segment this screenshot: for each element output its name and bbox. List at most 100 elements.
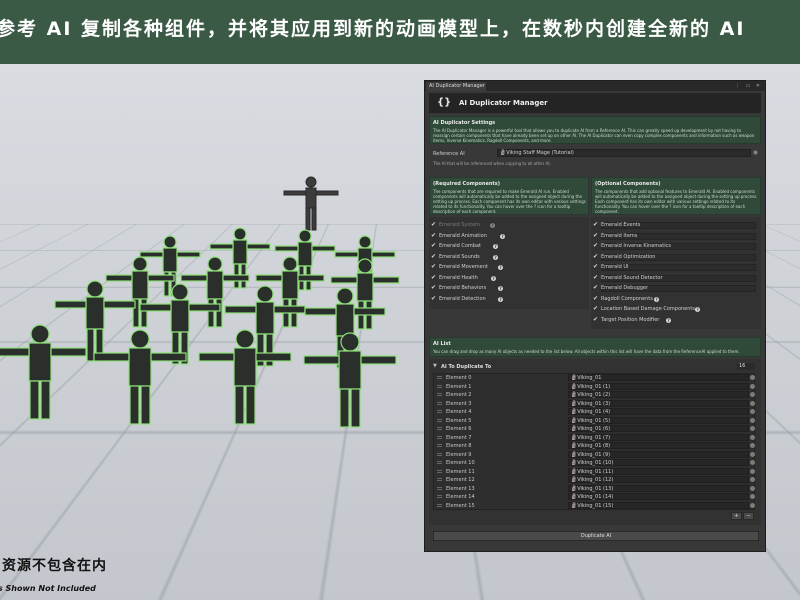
foldout-arrow-icon[interactable]: ▼ [433, 363, 437, 369]
element-object-field[interactable]: 🗿Viking_01 [568, 374, 749, 381]
object-picker-icon[interactable] [750, 469, 755, 474]
drag-handle-icon[interactable] [437, 419, 442, 422]
help-icon[interactable]: ? [498, 286, 503, 291]
help-icon[interactable]: ? [695, 307, 700, 312]
drag-handle-icon[interactable] [437, 427, 442, 430]
optional-item-emerald-debugger[interactable]: ✔ Emerald Debugger [593, 284, 753, 293]
element-object-field[interactable]: 🗿Viking_01 (13) [568, 485, 749, 492]
drag-handle-icon[interactable] [437, 453, 442, 456]
element-object-field[interactable]: 🗿Viking_01 (4) [568, 408, 749, 415]
ai-list-header[interactable]: ▼ AI To Duplicate To 16 [433, 363, 755, 371]
checkbox-checked-icon[interactable]: ✔ [431, 222, 437, 228]
optional-item-emerald-items[interactable]: ✔ Emerald Items [593, 232, 753, 241]
object-picker-icon[interactable] [750, 486, 755, 491]
checkbox-checked-icon[interactable]: ✔ [593, 222, 599, 228]
element-object-field[interactable]: 🗿Viking_01 (12) [568, 476, 749, 483]
element-object-field[interactable]: 🗿Viking_01 (7) [568, 434, 749, 441]
checkbox-checked-icon[interactable]: ✔ [593, 275, 599, 281]
ai-list-count-field[interactable]: 16 [737, 363, 755, 370]
checkbox-checked-icon[interactable]: ✔ [431, 285, 437, 291]
required-item-emerald-system[interactable]: ✔ Emerald System ? [431, 221, 591, 230]
checkbox-checked-icon[interactable]: ✔ [431, 233, 437, 239]
object-picker-icon[interactable] [750, 494, 755, 499]
drag-handle-icon[interactable] [437, 444, 442, 447]
element-object-field[interactable]: 🗿Viking_01 (14) [568, 493, 749, 500]
list-item[interactable]: Element 12 🗿Viking_01 (12) [434, 476, 756, 485]
element-object-field[interactable]: 🗿Viking_01 (9) [568, 451, 749, 458]
object-picker-icon[interactable] [750, 460, 755, 465]
element-object-field[interactable]: 🗿Viking_01 (11) [568, 468, 749, 475]
list-item[interactable]: Element 6 🗿Viking_01 (6) [434, 425, 756, 434]
object-picker-icon[interactable] [750, 503, 755, 508]
reference-ai-picker-icon[interactable] [753, 150, 758, 155]
help-icon[interactable]: ? [491, 276, 496, 281]
help-icon[interactable]: ? [493, 255, 498, 260]
element-object-field[interactable]: 🗿Viking_01 (10) [568, 459, 749, 466]
drag-handle-icon[interactable] [437, 470, 442, 473]
checkbox-checked-icon[interactable]: ✔ [593, 317, 599, 323]
required-item-emerald-health[interactable]: ✔ Emerald Health ? [431, 274, 591, 283]
element-object-field[interactable]: 🗿Viking_01 (8) [568, 442, 749, 449]
required-item-emerald-sounds[interactable]: ✔ Emerald Sounds ? [431, 253, 591, 262]
checkbox-checked-icon[interactable]: ✔ [431, 275, 437, 281]
list-item[interactable]: Element 4 🗿Viking_01 (4) [434, 408, 756, 417]
list-item[interactable]: Element 2 🗿Viking_01 (2) [434, 391, 756, 400]
element-object-field[interactable]: 🗿Viking_01 (6) [568, 425, 749, 432]
optional-item-emerald-ui[interactable]: ✔ Emerald UI [593, 263, 753, 272]
optional-item-target-position-modifier[interactable]: ✔ Target Position Modifier ? [593, 316, 753, 325]
list-item[interactable]: Element 14 🗿Viking_01 (14) [434, 493, 756, 502]
drag-handle-icon[interactable] [437, 376, 442, 379]
object-picker-icon[interactable] [750, 477, 755, 482]
checkbox-checked-icon[interactable]: ✔ [593, 306, 599, 312]
help-icon[interactable]: ? [493, 244, 498, 249]
element-object-field[interactable]: 🗿Viking_01 (5) [568, 417, 749, 424]
reference-ai-field[interactable]: 🗿Viking Staff Mage (Tutorial) [497, 149, 751, 157]
element-object-field[interactable]: 🗿Viking_01 (2) [568, 391, 749, 398]
help-icon[interactable]: ? [490, 223, 495, 228]
drag-handle-icon[interactable] [437, 402, 442, 405]
list-item[interactable]: Element 13 🗿Viking_01 (13) [434, 485, 756, 494]
list-item[interactable]: Element 9 🗿Viking_01 (9) [434, 451, 756, 460]
element-object-field[interactable]: 🗿Viking_01 (3) [568, 400, 749, 407]
remove-element-button[interactable]: − [743, 512, 754, 520]
help-icon[interactable]: ? [498, 265, 503, 270]
list-item[interactable]: Element 10 🗿Viking_01 (10) [434, 459, 756, 468]
list-item[interactable]: Element 8 🗿Viking_01 (8) [434, 442, 756, 451]
duplicate-ai-button[interactable]: Duplicate AI [433, 531, 759, 541]
checkbox-checked-icon[interactable]: ✔ [593, 264, 599, 270]
object-picker-icon[interactable] [750, 418, 755, 423]
drag-handle-icon[interactable] [437, 487, 442, 490]
optional-item-location-based-damage[interactable]: ✔ Location Based Damage Components ? [593, 305, 753, 314]
drag-handle-icon[interactable] [437, 478, 442, 481]
list-item[interactable]: Element 11 🗿Viking_01 (11) [434, 468, 756, 477]
checkbox-checked-icon[interactable]: ✔ [593, 285, 599, 291]
object-picker-icon[interactable] [750, 392, 755, 397]
optional-item-emerald-optimization[interactable]: ✔ Emerald Optimization [593, 253, 753, 262]
optional-item-emerald-events[interactable]: ✔ Emerald Events [593, 221, 753, 230]
list-item[interactable]: Element 3 🗿Viking_01 (3) [434, 400, 756, 409]
object-picker-icon[interactable] [750, 384, 755, 389]
element-object-field[interactable]: 🗿Viking_01 (15) [568, 502, 749, 509]
checkbox-checked-icon[interactable]: ✔ [431, 264, 437, 270]
help-icon[interactable]: ? [500, 234, 505, 239]
checkbox-checked-icon[interactable]: ✔ [593, 254, 599, 260]
required-item-emerald-animation[interactable]: ✔ Emerald Animation ? [431, 232, 591, 241]
add-element-button[interactable]: + [731, 512, 742, 520]
drag-handle-icon[interactable] [437, 385, 442, 388]
list-item[interactable]: Element 7 🗿Viking_01 (7) [434, 434, 756, 443]
optional-item-emerald-sound-detector[interactable]: ✔ Emerald Sound Detector [593, 274, 753, 283]
object-picker-icon[interactable] [750, 452, 755, 457]
element-object-field[interactable]: 🗿Viking_01 (1) [568, 383, 749, 390]
drag-handle-icon[interactable] [437, 436, 442, 439]
object-picker-icon[interactable] [750, 426, 755, 431]
object-picker-icon[interactable] [750, 443, 755, 448]
required-item-emerald-combat[interactable]: ✔ Emerald Combat ? [431, 242, 591, 251]
object-picker-icon[interactable] [750, 401, 755, 406]
checkbox-checked-icon[interactable]: ✔ [593, 233, 599, 239]
list-item[interactable]: Element 15 🗿Viking_01 (15) [434, 502, 756, 511]
optional-item-emerald-inverse-kinematics[interactable]: ✔ Emerald Inverse Kinematics [593, 242, 753, 251]
tab-ai-duplicator-manager[interactable]: AI Duplicator Manager [426, 82, 486, 91]
required-item-emerald-detection[interactable]: ✔ Emerald Detection ? [431, 295, 591, 304]
drag-handle-icon[interactable] [437, 504, 442, 507]
object-picker-icon[interactable] [750, 375, 755, 380]
